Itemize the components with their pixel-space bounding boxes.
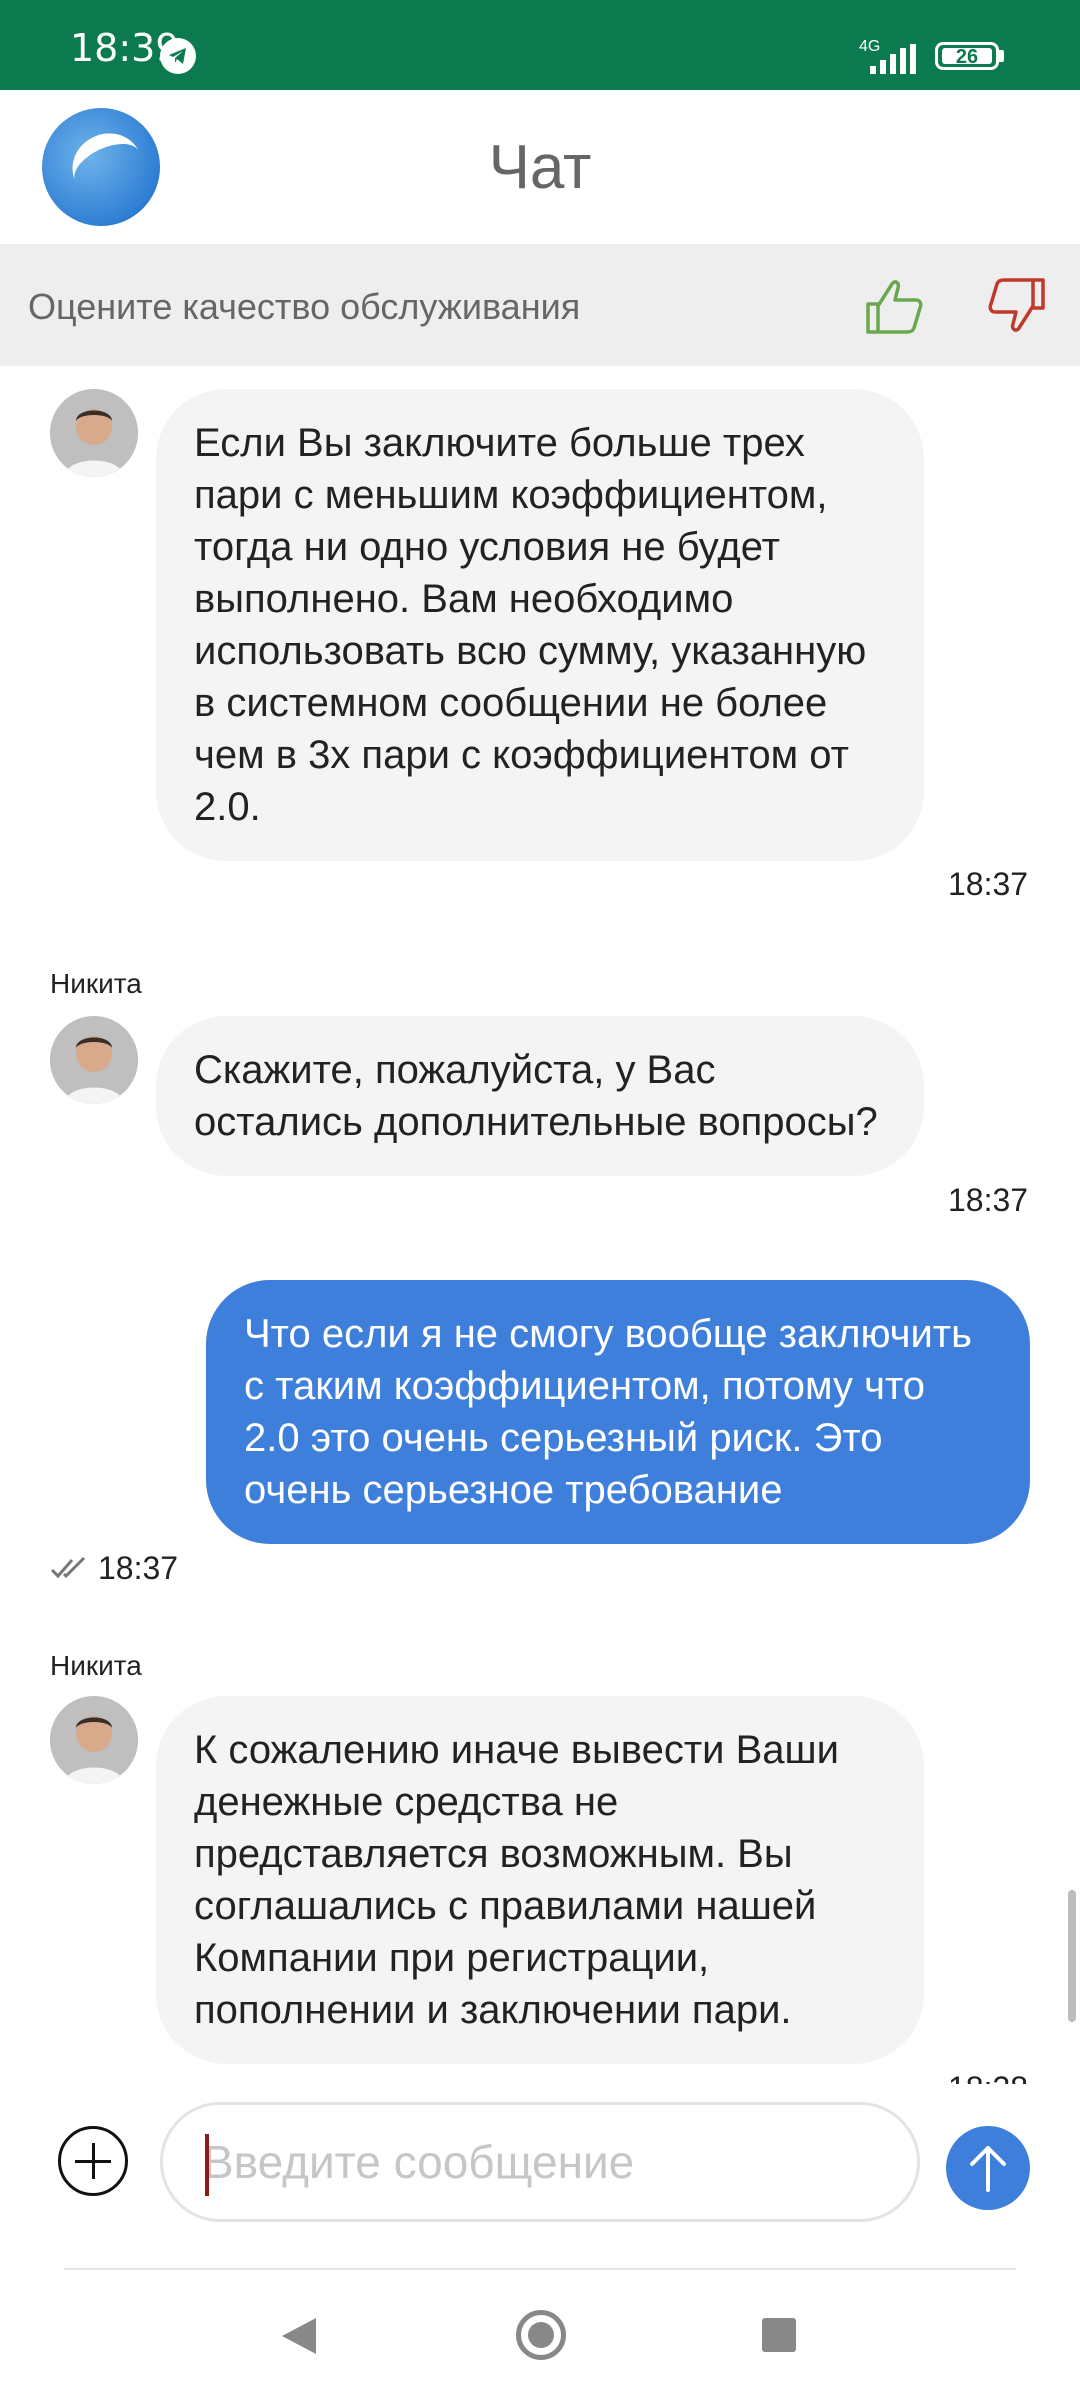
thumbs-up-button[interactable] (862, 274, 926, 338)
message-time: 18:37 (948, 866, 1029, 902)
thumbs-down-icon (988, 278, 1045, 332)
message-time: 18:37 (98, 1550, 179, 1586)
app-header: Чат (0, 90, 1080, 244)
status-bar: 18:39 4G 26 (0, 0, 1080, 90)
battery-level: 26 (955, 46, 979, 68)
agent-avatar (50, 389, 138, 477)
thumbs-down-button[interactable] (985, 274, 1049, 338)
agent-avatar (50, 1696, 138, 1784)
chat-area[interactable]: Если Вы заключите больше трех пари с мен… (0, 366, 1080, 2084)
message-bubble-incoming: Если Вы заключите больше трех пари с мен… (156, 389, 924, 861)
battery-tip (999, 50, 1004, 62)
thumbs-up-icon (866, 280, 923, 334)
battery-icon: 26 (935, 42, 999, 70)
scrollbar[interactable] (1068, 1890, 1076, 2022)
message-time: 18:37 (948, 1182, 1029, 1218)
send-button[interactable] (946, 2126, 1030, 2210)
read-check-icon (50, 1556, 86, 1579)
signal-icon (870, 44, 916, 74)
arrow-up-icon (970, 2146, 1006, 2192)
nav-divider (64, 2268, 1016, 2270)
attach-button[interactable] (58, 2126, 128, 2196)
back-icon[interactable] (282, 2318, 316, 2354)
sender-name: Никита (50, 1650, 142, 1681)
message-bubble-incoming: К сожалению иначе вывести Ваши денежные … (156, 1696, 924, 2064)
page-title: Чат (488, 133, 592, 202)
agent-avatar (50, 1016, 138, 1104)
telegram-icon (160, 38, 196, 74)
message-composer (0, 2084, 1080, 2314)
message-bubble-outgoing: Что если я не смогу вообще заключить с т… (206, 1280, 1030, 1544)
message-bubble-incoming: Скажите, пожалуйста, у Вас остались допо… (156, 1016, 924, 1176)
rating-prompt: Оцените качество обслуживания (28, 286, 581, 327)
rating-bar: Оцените качество обслуживания (0, 244, 1080, 366)
home-icon[interactable] (516, 2310, 566, 2360)
text-cursor (205, 2134, 209, 2196)
message-input[interactable] (160, 2102, 920, 2222)
recents-icon[interactable] (762, 2318, 796, 2352)
message-time: 18:38 (948, 2070, 1028, 2084)
sender-name: Никита (50, 968, 142, 999)
